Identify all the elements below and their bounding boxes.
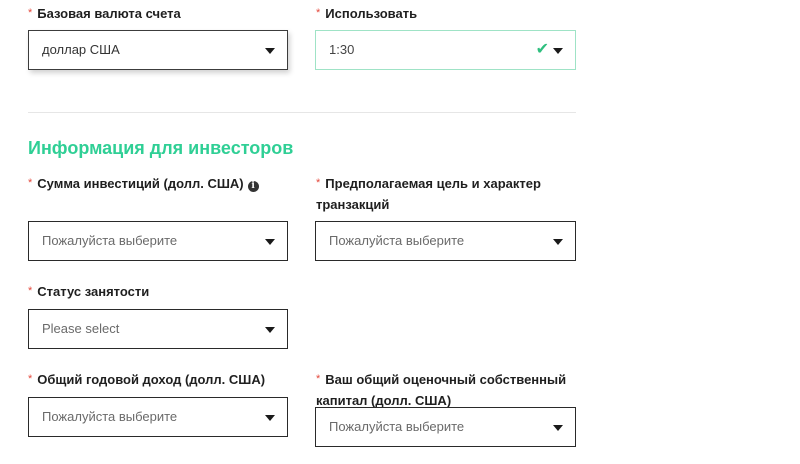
chevron-down-icon [265,239,275,245]
section-divider [28,112,576,113]
chevron-down-icon [553,48,563,54]
base-currency-select[interactable]: доллар США [28,30,288,70]
chevron-down-icon [265,415,275,421]
required-marker: * [316,373,321,385]
investment-amount-select[interactable]: Пожалуйста выберите [28,221,288,261]
chevron-down-icon [265,327,275,333]
base-currency-value: доллар США [42,42,120,57]
chevron-down-icon [553,425,563,431]
annual-income-select[interactable]: Пожалуйста выберите [28,397,288,437]
employment-status-value: Please select [42,321,120,336]
required-marker: * [28,285,33,297]
net-worth-value: Пожалуйста выберите [329,419,465,434]
transaction-purpose-value: Пожалуйста выберите [329,233,465,248]
net-worth-select[interactable]: Пожалуйста выберите [315,407,576,447]
base-currency-label: * Базовая валюта счета [28,6,181,21]
required-marker: * [28,7,33,19]
investment-amount-value: Пожалуйста выберите [42,233,178,248]
employment-status-label: * Статус занятости [28,284,150,299]
chevron-down-icon [265,48,275,54]
leverage-label: * Использовать [316,6,418,21]
annual-income-value: Пожалуйста выберите [42,409,178,424]
info-icon[interactable]: i [247,181,259,192]
investment-amount-label: * Сумма инвестиций (долл. США) i [28,174,278,195]
transaction-purpose-select[interactable]: Пожалуйста выберите [315,221,576,261]
leverage-value: 1:30 [329,42,355,57]
employment-status-select[interactable]: Please select [28,309,288,349]
required-marker: * [28,373,33,385]
net-worth-label: * Ваш общий оценочный собственный капитал… [316,372,567,408]
transaction-purpose-label: * Предполагаемая цель и характер транзакц… [316,176,541,212]
required-marker: * [316,7,321,19]
required-marker: * [28,177,33,189]
required-marker: * [316,177,321,189]
checkmark-icon: ✔ [535,41,549,58]
leverage-select[interactable]: 1:30 ✔ [315,30,576,70]
chevron-down-icon [553,239,563,245]
section-title: Информация для инвесторов [28,138,294,158]
annual-income-label: * Общий годовой доход (долл. США) [28,372,266,387]
